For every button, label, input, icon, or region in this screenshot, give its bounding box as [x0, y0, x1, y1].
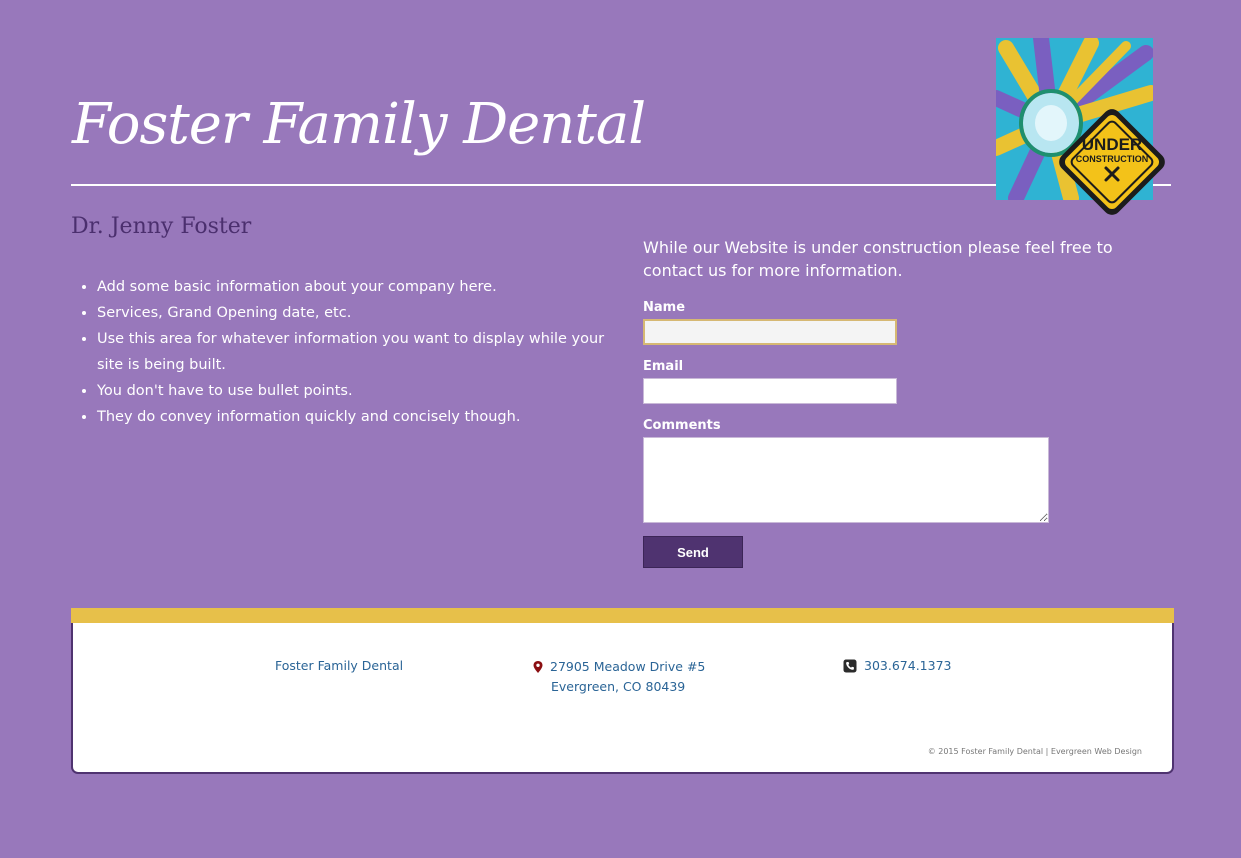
- list-item: Services, Grand Opening date, etc.: [97, 300, 617, 326]
- list-item: Add some basic information about your co…: [97, 274, 617, 300]
- badge-line2: CONSTRUCTION: [1076, 154, 1149, 164]
- info-list: Add some basic information about your co…: [74, 274, 617, 430]
- name-label: Name: [643, 300, 686, 315]
- map-marker-icon: [533, 661, 543, 673]
- list-item: Use this area for whatever information y…: [97, 326, 617, 378]
- email-field[interactable]: [643, 378, 897, 404]
- under-construction-image: UNDER CONSTRUCTION: [996, 38, 1165, 215]
- contact-intro: While our Website is under construction …: [643, 238, 1113, 280]
- comments-field[interactable]: [643, 437, 1049, 523]
- badge-line1: UNDER: [1082, 135, 1142, 154]
- footer-address-line2[interactable]: Evergreen, CO 80439: [551, 679, 685, 694]
- footer: Foster Family Dental 27905 Meadow Drive …: [71, 608, 1174, 774]
- comments-label: Comments: [643, 418, 721, 433]
- footer-accent-band: [71, 608, 1174, 623]
- copyright-text: © 2015 Foster Family Dental | Evergreen …: [927, 747, 1142, 756]
- list-item: They do convey information quickly and c…: [97, 404, 617, 430]
- site-title: Foster Family Dental: [72, 92, 646, 157]
- footer-business-name[interactable]: Foster Family Dental: [275, 658, 403, 673]
- send-button[interactable]: Send: [643, 536, 743, 568]
- doctor-name: Dr. Jenny Foster: [71, 214, 252, 239]
- email-label: Email: [643, 359, 684, 374]
- footer-address-line1[interactable]: 27905 Meadow Drive #5: [550, 659, 705, 674]
- footer-phone[interactable]: 303.674.1373: [864, 658, 951, 673]
- name-field[interactable]: [643, 319, 897, 345]
- phone-icon: [843, 659, 857, 673]
- list-item: You don't have to use bullet points.: [97, 378, 617, 404]
